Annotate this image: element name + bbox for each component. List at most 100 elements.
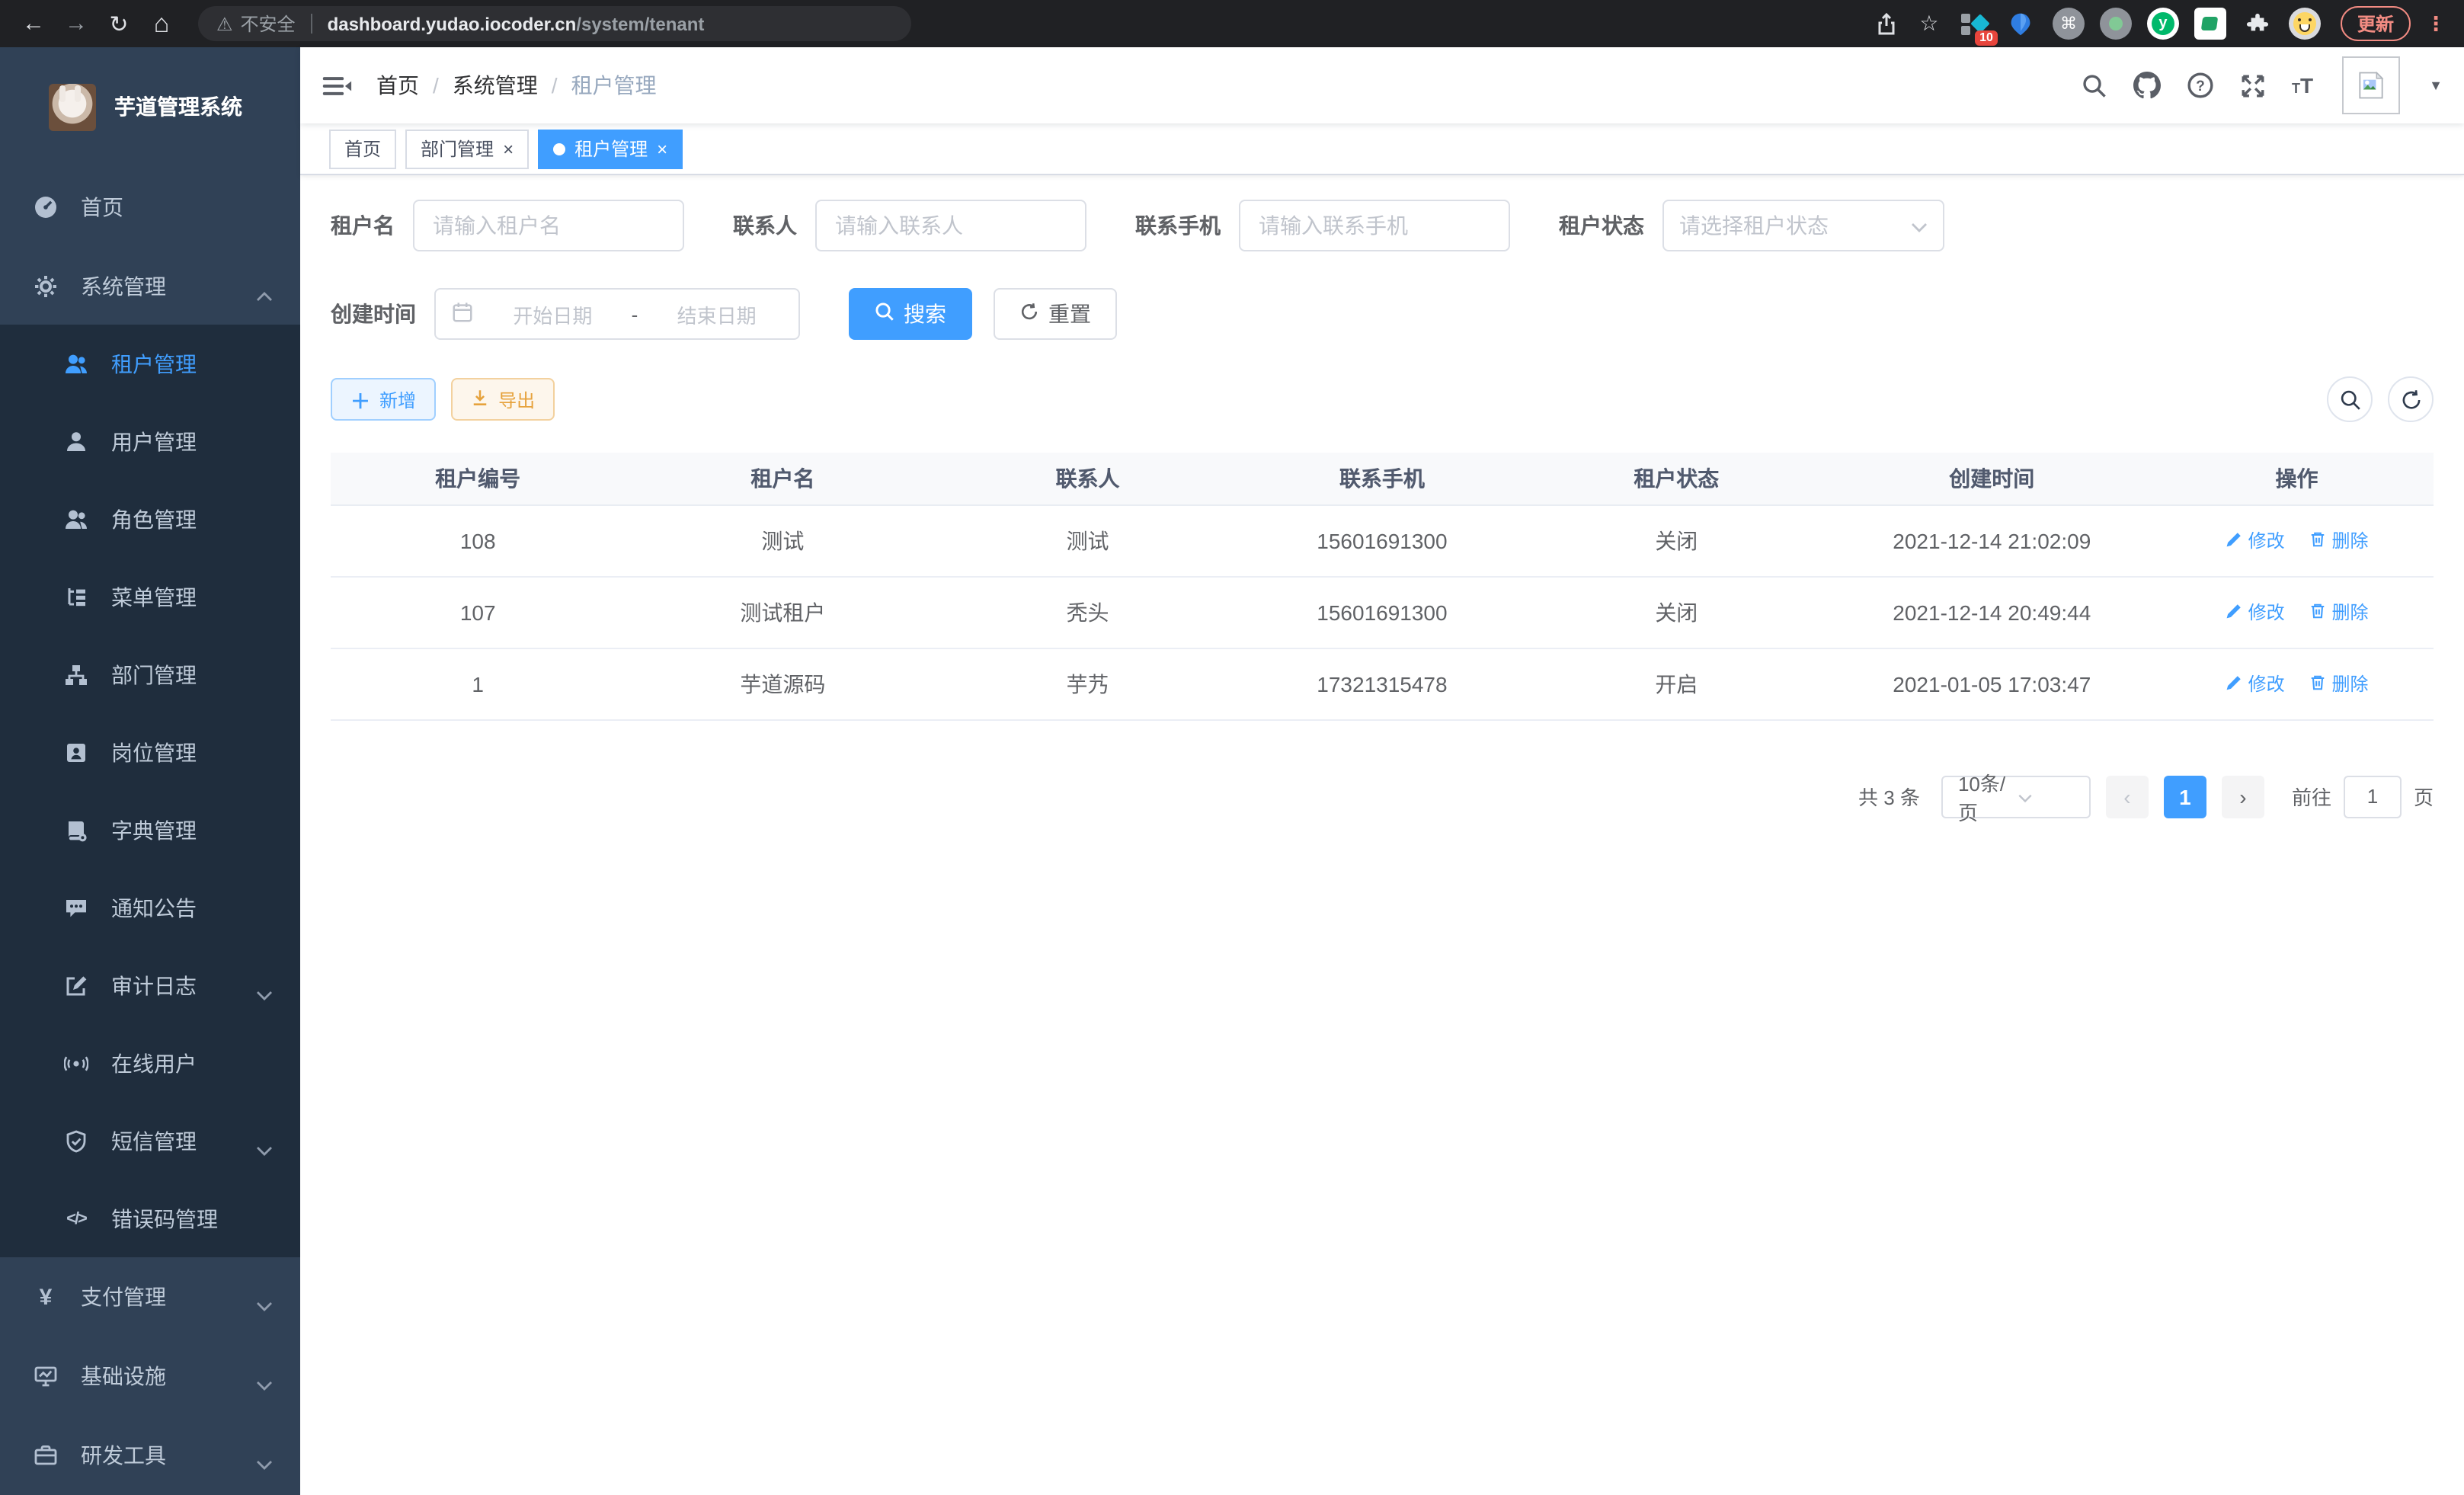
sidebar-item-sms[interactable]: 短信管理 xyxy=(0,1103,300,1180)
sidebar-item-role[interactable]: 角色管理 xyxy=(0,481,300,559)
devtools-extension-icon[interactable]: 10 xyxy=(1958,8,1990,40)
chat-extension-icon[interactable] xyxy=(2194,8,2226,40)
recorder-extension-icon[interactable] xyxy=(2100,8,2132,40)
cell-name: 测试租户 xyxy=(625,576,940,648)
sidebar-item-user[interactable]: 用户管理 xyxy=(0,403,300,481)
address-bar[interactable]: ⚠ 不安全 dashboard.yudao.iocoder.cn/system/… xyxy=(198,6,911,41)
next-page-button[interactable]: › xyxy=(2222,775,2264,818)
prev-page-button[interactable]: ‹ xyxy=(2106,775,2149,818)
puzzle-extensions-icon[interactable] xyxy=(2242,8,2274,40)
delete-link[interactable]: 删除 xyxy=(2309,671,2368,696)
breadcrumb-separator: / xyxy=(433,73,439,98)
cell-phone: 17321315478 xyxy=(1235,648,1529,719)
tab-dept[interactable]: 部门管理 × xyxy=(405,129,529,168)
reset-button[interactable]: 重置 xyxy=(994,288,1117,340)
button-label: 搜索 xyxy=(904,299,946,329)
bookmark-star-icon[interactable]: ☆ xyxy=(1911,5,1947,42)
field-label: 创建时间 xyxy=(331,299,416,329)
sidebar-item-infra[interactable]: 基础设施 xyxy=(0,1337,300,1417)
table-refresh-button[interactable] xyxy=(2388,376,2434,422)
balloon-extension-icon[interactable] xyxy=(2005,8,2037,40)
sidebar: 芋道管理系统 首页 系统管理 租户管 xyxy=(0,47,300,1495)
sidebar-item-post[interactable]: 岗位管理 xyxy=(0,714,300,792)
breadcrumb-section[interactable]: 系统管理 xyxy=(453,70,538,101)
browser-back-icon[interactable]: ← xyxy=(15,5,52,42)
delete-link[interactable]: 删除 xyxy=(2309,527,2368,553)
close-icon[interactable]: × xyxy=(503,138,514,159)
sidebar-item-menu[interactable]: 菜单管理 xyxy=(0,559,300,636)
tab-home[interactable]: 首页 xyxy=(329,129,396,168)
dashboard-icon xyxy=(34,194,58,219)
app-title: 芋道管理系统 xyxy=(114,92,242,123)
profile-avatar-icon[interactable] xyxy=(2289,8,2321,40)
search-button[interactable]: 搜索 xyxy=(849,288,972,340)
page-1-button[interactable]: 1 xyxy=(2164,775,2206,818)
tenant-name-input[interactable] xyxy=(413,200,684,251)
close-icon[interactable]: × xyxy=(657,138,667,159)
sidebar-item-pay[interactable]: ¥ 支付管理 xyxy=(0,1258,300,1337)
cell-name: 测试 xyxy=(625,504,940,576)
fullscreen-icon[interactable] xyxy=(2240,72,2266,98)
page-unit-label: 页 xyxy=(2414,782,2434,811)
cell-status: 开启 xyxy=(1529,648,1823,719)
sidebar-toggle-icon[interactable] xyxy=(322,72,352,98)
avatar-caret-icon[interactable]: ▼ xyxy=(2429,78,2443,93)
user-avatar[interactable] xyxy=(2342,56,2400,114)
help-icon[interactable]: ? xyxy=(2187,72,2214,99)
svg-text:?: ? xyxy=(2196,78,2205,94)
tab-tenant[interactable]: 租户管理 × xyxy=(538,129,683,168)
sidebar-item-dept[interactable]: 部门管理 xyxy=(0,636,300,714)
sidebar-item-dev[interactable]: 研发工具 xyxy=(0,1416,300,1495)
sidebar-item-online[interactable]: 在线用户 xyxy=(0,1025,300,1103)
page-size-select[interactable]: 10条/页 xyxy=(1941,775,2091,818)
yen-icon: ¥ xyxy=(34,1285,58,1310)
header-search-icon[interactable] xyxy=(2082,72,2107,98)
cell-created: 2021-12-14 21:02:09 xyxy=(1824,504,2161,576)
breadcrumb-home[interactable]: 首页 xyxy=(376,70,419,101)
edit-link[interactable]: 修改 xyxy=(2226,527,2285,553)
update-button[interactable]: 更新 xyxy=(2341,6,2411,41)
edit-link[interactable]: 修改 xyxy=(2226,599,2285,625)
chat-bubble-icon xyxy=(64,896,88,920)
y-brand-extension-icon[interactable]: y xyxy=(2147,8,2179,40)
sidebar-logo[interactable]: 芋道管理系统 xyxy=(0,47,300,167)
table-search-toggle-button[interactable] xyxy=(2327,376,2373,422)
share-icon[interactable] xyxy=(1868,5,1905,42)
table-toolbar: ＋ 新增 导出 xyxy=(331,376,2434,422)
sidebar-item-audit[interactable]: 审计日志 xyxy=(0,947,300,1025)
sidebar-item-home[interactable]: 首页 xyxy=(0,167,300,246)
edit-link[interactable]: 修改 xyxy=(2226,671,2285,696)
pagination: 共 3 条 10条/页 ‹ 1 › 前往 页 xyxy=(331,775,2434,848)
add-button[interactable]: ＋ 新增 xyxy=(331,378,436,421)
browser-reload-icon[interactable]: ↻ xyxy=(101,5,137,42)
export-button[interactable]: 导出 xyxy=(451,378,555,421)
select-placeholder: 请选择租户状态 xyxy=(1679,210,1911,241)
sidebar-item-errcode[interactable]: </> 错误码管理 xyxy=(0,1180,300,1258)
browser-forward-icon[interactable]: → xyxy=(58,5,94,42)
browser-menu-dots-icon[interactable]: ⋮ xyxy=(2426,11,2446,36)
sidebar-item-system[interactable]: 系统管理 xyxy=(0,246,300,325)
sidebar-item-dict[interactable]: 字典管理 xyxy=(0,792,300,869)
date-range-picker[interactable]: 开始日期 - 结束日期 xyxy=(434,288,800,340)
cell-actions: 修改 删除 xyxy=(2160,648,2434,719)
not-secure-warning[interactable]: ⚠ 不安全 xyxy=(216,11,296,37)
status-select[interactable]: 请选择租户状态 xyxy=(1662,200,1944,251)
contact-input[interactable] xyxy=(815,200,1086,251)
command-extension-icon[interactable]: ⌘ xyxy=(2053,8,2085,40)
shield-check-icon xyxy=(64,1129,88,1154)
sidebar-item-label: 部门管理 xyxy=(111,660,197,690)
not-secure-label: 不安全 xyxy=(241,11,296,37)
date-separator: - xyxy=(632,303,638,325)
sidebar-item-notice[interactable]: 通知公告 xyxy=(0,869,300,947)
chevron-down-icon xyxy=(256,1293,273,1317)
delete-link[interactable]: 删除 xyxy=(2309,599,2368,625)
sidebar-item-tenant[interactable]: 租户管理 xyxy=(0,325,300,403)
font-size-icon[interactable]: TT xyxy=(2292,75,2313,96)
goto-page-input[interactable] xyxy=(2344,775,2402,818)
phone-input[interactable] xyxy=(1239,200,1510,251)
chevron-down-icon xyxy=(2018,785,2077,808)
table-header-row: 租户编号 租户名 联系人 联系手机 租户状态 创建时间 操作 xyxy=(331,453,2434,504)
broadcast-icon xyxy=(64,1052,88,1076)
browser-home-icon[interactable]: ⌂ xyxy=(143,5,180,42)
github-icon[interactable] xyxy=(2133,72,2161,99)
